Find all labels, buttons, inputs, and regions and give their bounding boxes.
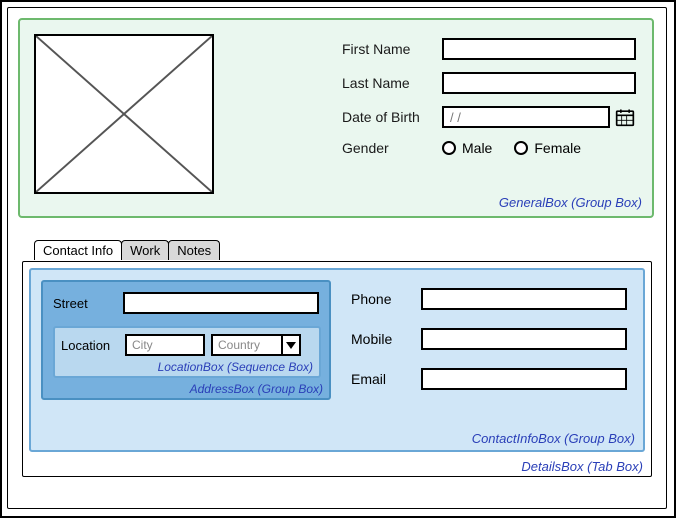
radio-icon xyxy=(514,141,528,155)
tab-work[interactable]: Work xyxy=(121,240,169,260)
location-box-caption: LocationBox (Sequence Box) xyxy=(158,360,313,374)
mobile-label: Mobile xyxy=(351,331,421,347)
first-name-label: First Name xyxy=(342,41,442,57)
last-name-label: Last Name xyxy=(342,75,442,91)
email-label: Email xyxy=(351,371,421,387)
window-frame: First Name Last Name Date of Birth / / G… xyxy=(0,0,676,518)
details-box-caption: DetailsBox (Tab Box) xyxy=(521,459,643,474)
address-box: Street Location City Country xyxy=(41,280,331,400)
dob-input[interactable]: / / xyxy=(442,106,610,128)
address-box-caption: AddressBox (Group Box) xyxy=(190,382,323,396)
chevron-down-icon xyxy=(286,340,296,350)
country-dropdown-button[interactable] xyxy=(281,334,301,356)
phone-label: Phone xyxy=(351,291,421,307)
gender-label: Gender xyxy=(342,140,442,156)
gender-male-radio[interactable]: Male xyxy=(442,140,492,156)
mobile-input[interactable] xyxy=(421,328,627,350)
tab-body: Street Location City Country xyxy=(22,261,652,477)
contact-info-box: Street Location City Country xyxy=(29,268,645,452)
picture-placeholder[interactable] xyxy=(34,34,214,194)
phone-input[interactable] xyxy=(421,288,627,310)
tab-notes[interactable]: Notes xyxy=(168,240,220,260)
country-input[interactable]: Country xyxy=(211,334,281,356)
contact-box-caption: ContactInfoBox (Group Box) xyxy=(472,431,635,446)
country-combo[interactable]: Country xyxy=(211,334,301,356)
city-input[interactable]: City xyxy=(125,334,205,356)
email-input[interactable] xyxy=(421,368,627,390)
calendar-icon[interactable] xyxy=(614,106,636,128)
male-label: Male xyxy=(462,140,492,156)
dob-label: Date of Birth xyxy=(342,109,442,125)
details-tabs: Contact Info Work Notes xyxy=(34,240,219,260)
general-box-caption: GeneralBox (Group Box) xyxy=(499,195,642,210)
tab-contact-info[interactable]: Contact Info xyxy=(34,240,122,260)
general-box: First Name Last Name Date of Birth / / G… xyxy=(18,18,654,218)
female-label: Female xyxy=(534,140,581,156)
location-box: Location City Country LocationBox (Seque… xyxy=(53,326,321,378)
location-label: Location xyxy=(61,338,119,353)
last-name-input[interactable] xyxy=(442,72,636,94)
first-name-input[interactable] xyxy=(442,38,636,60)
radio-icon xyxy=(442,141,456,155)
street-input[interactable] xyxy=(123,292,319,314)
gender-radio-group: Male Female xyxy=(442,140,581,156)
form-container: First Name Last Name Date of Birth / / G… xyxy=(7,7,667,509)
street-label: Street xyxy=(53,296,123,311)
gender-female-radio[interactable]: Female xyxy=(514,140,581,156)
